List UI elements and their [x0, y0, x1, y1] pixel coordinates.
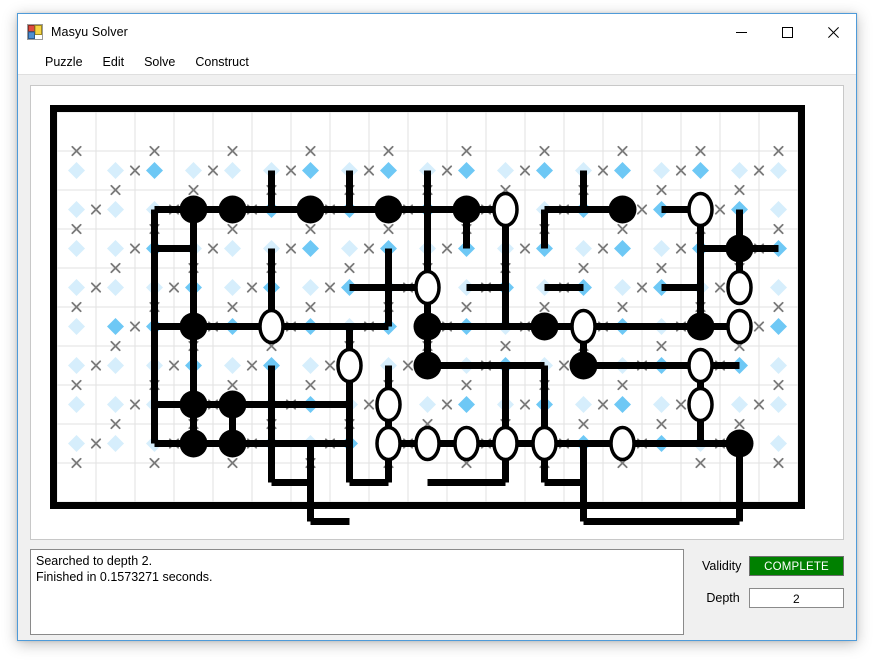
minimize-icon	[735, 31, 747, 33]
black-pearl	[179, 195, 208, 224]
black-pearl	[179, 312, 208, 341]
validity-row: Validity COMPLETE	[702, 556, 844, 576]
black-pearl	[413, 351, 442, 380]
masyu-grid[interactable]	[31, 86, 843, 539]
menu-item-construct[interactable]: Construct	[186, 52, 258, 73]
black-pearl	[179, 390, 208, 419]
client-area: Searched to depth 2. Finished in 0.15732…	[18, 76, 856, 640]
white-pearl	[336, 347, 363, 384]
black-pearl	[413, 312, 442, 341]
desktop-background: Masyu Solver Puzzle Edit Solve Construct…	[0, 0, 874, 665]
white-pearl	[687, 386, 714, 423]
maximize-button[interactable]	[764, 14, 810, 50]
validity-label: Validity	[702, 559, 742, 573]
white-pearl	[492, 425, 519, 462]
white-pearl	[414, 269, 441, 306]
white-pearl	[258, 308, 285, 345]
window-title: Masyu Solver	[51, 25, 128, 39]
depth-label: Depth	[706, 591, 740, 605]
black-pearl	[218, 390, 247, 419]
menu-item-edit[interactable]: Edit	[94, 52, 134, 73]
white-pearl	[687, 191, 714, 228]
close-button[interactable]	[810, 14, 856, 50]
black-pearl	[452, 195, 481, 224]
minimize-button[interactable]	[718, 14, 764, 50]
menu-item-puzzle[interactable]: Puzzle	[36, 52, 92, 73]
black-pearl	[608, 195, 637, 224]
black-pearl	[686, 312, 715, 341]
depth-row: Depth 2	[702, 588, 844, 608]
white-pearl	[726, 308, 753, 345]
white-pearl	[375, 425, 402, 462]
white-pearl	[375, 386, 402, 423]
white-pearl	[726, 269, 753, 306]
close-icon	[827, 26, 839, 38]
app-icon	[27, 24, 43, 40]
black-pearl	[179, 429, 208, 458]
white-pearl	[531, 425, 558, 462]
black-pearl	[218, 429, 247, 458]
menu-bar: Puzzle Edit Solve Construct	[18, 50, 856, 75]
menu-item-solve[interactable]: Solve	[135, 52, 184, 73]
black-pearl	[296, 195, 325, 224]
black-pearl	[725, 429, 754, 458]
maximize-icon	[781, 26, 793, 38]
title-bar: Masyu Solver	[18, 14, 856, 50]
depth-input[interactable]: 2	[748, 588, 844, 608]
white-pearl	[492, 191, 519, 228]
solver-log[interactable]: Searched to depth 2. Finished in 0.15732…	[30, 549, 684, 635]
black-pearl	[569, 351, 598, 380]
validity-status-badge: COMPLETE	[749, 556, 844, 576]
white-pearl	[453, 425, 480, 462]
white-pearl	[570, 308, 597, 345]
black-pearl	[218, 195, 247, 224]
solver-fields: Validity COMPLETE Depth 2	[702, 556, 844, 620]
app-window: Masyu Solver Puzzle Edit Solve Construct…	[17, 13, 857, 641]
white-pearl	[687, 347, 714, 384]
black-pearl	[725, 234, 754, 263]
white-pearl	[414, 425, 441, 462]
black-pearl	[530, 312, 559, 341]
puzzle-canvas[interactable]	[30, 85, 844, 540]
black-pearl	[374, 195, 403, 224]
bottom-bar: Searched to depth 2. Finished in 0.15732…	[30, 549, 844, 637]
white-pearl	[609, 425, 636, 462]
window-controls	[718, 14, 856, 50]
